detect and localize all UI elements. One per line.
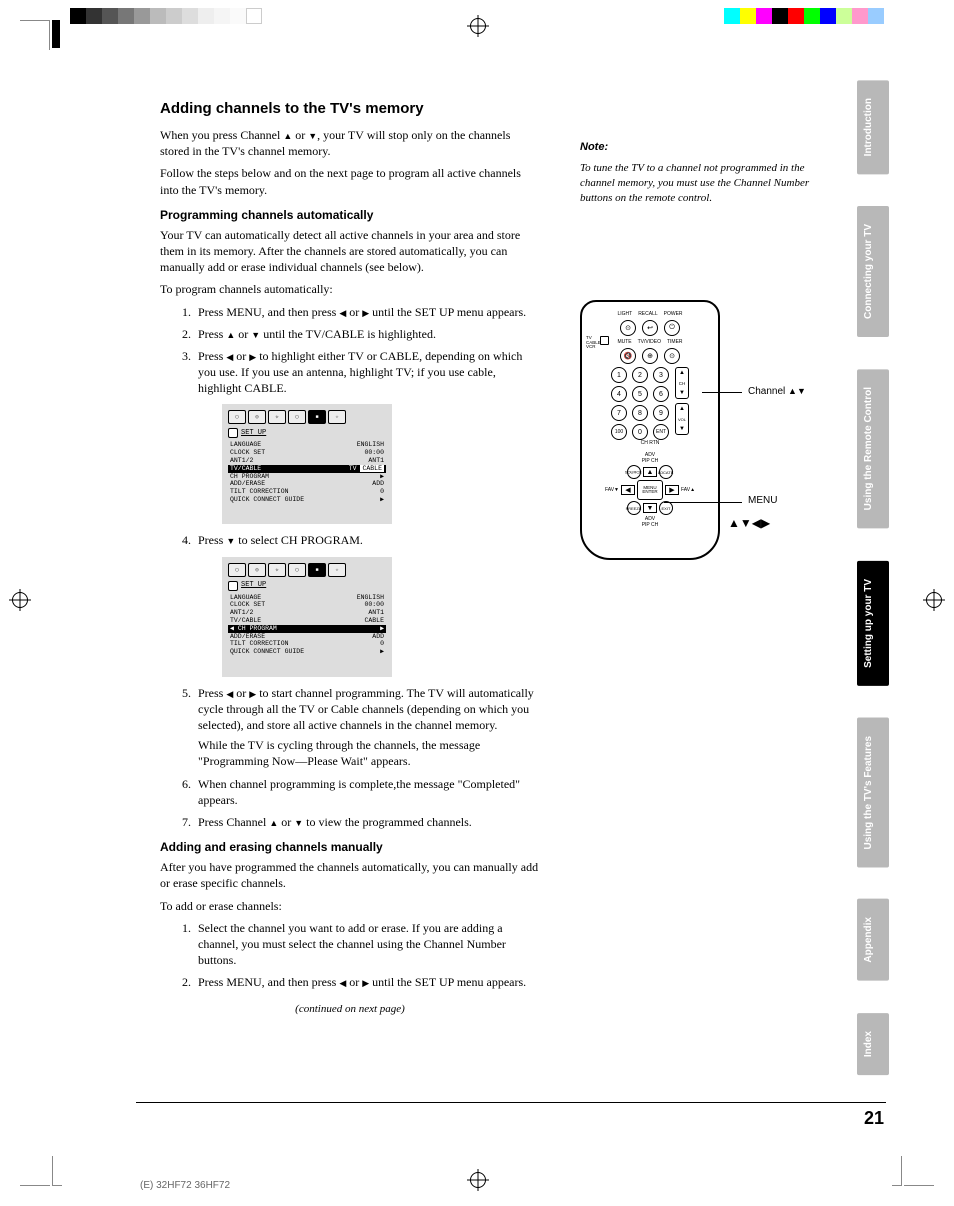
timer-button: ⊙ [664,348,680,364]
continued-note: (continued on next page) [160,1002,540,1017]
registration-mark [926,592,942,608]
page-content: Adding channels to the TV's memory When … [160,100,820,1023]
callout-arrows: ▲▼◀▶ [728,516,770,530]
color-bar [724,8,884,24]
subheading: Programming channels automatically [160,208,540,222]
tvvideo-button: ⊕ [642,348,658,364]
intro-para: Follow the steps below and on the next p… [160,165,540,197]
nav-left: ◀ [621,485,635,495]
body-text: After you have programmed the channels a… [160,859,540,891]
num-8: 8 [632,405,648,421]
ent-button: ENT [653,424,669,440]
crop-mark [892,1156,902,1186]
num-4: 4 [611,386,627,402]
down-arrow-icon: ▼ [797,386,806,396]
num-0: 0 [632,424,648,440]
step: Press MENU, and then press ◀ or ▶ until … [194,974,540,990]
step: Press MENU, and then press ◀ or ▶ until … [194,304,540,320]
callout-line [702,392,742,393]
crop-mark [904,1156,934,1186]
subheading: Adding and erasing channels manually [160,840,540,854]
menu-button: MENUENTER [637,480,663,500]
osd-menu-screenshot: ▢◎☼▢■☆ SET UP LANGUAGEENGLISHCLOCK SET00… [222,557,392,677]
body-text: To program channels automatically: [160,281,540,297]
color-bar [70,8,262,24]
recall-button: ↩ [642,320,658,336]
locate-button: LOCATE [656,462,676,482]
nav-right: ▶ [665,485,679,495]
step: Press Channel ▲ or ▼ to view the program… [194,814,540,830]
crop-mark [20,20,50,50]
page-number: 21 [864,1108,884,1129]
footer-code: (E) 32HF72 36HF72 [140,1180,230,1191]
down-arrow-icon: ▼ [294,818,303,828]
side-tab: Using the TV's Features [857,718,889,868]
step: Press ◀ or ▶ to highlight either TV or C… [194,348,540,525]
callout-menu: MENU [748,495,777,506]
step: Press ▲ or ▼ until the TV/CABLE is highl… [194,326,540,342]
side-tab: Appendix [857,899,889,981]
up-arrow-icon: ▲ [226,330,235,340]
down-arrow-icon: ▼ [251,330,260,340]
up-arrow-icon: ▲ [269,818,278,828]
source-button: SOURCE [624,462,644,482]
body-text: Your TV can automatically detect all act… [160,227,540,276]
mute-button: 🔇 [620,348,636,364]
crop-mark [52,20,60,48]
osd-menu-screenshot: ▢◎☼▢■☆ SET UP LANGUAGEENGLISHCLOCK SET00… [222,404,392,524]
page-rule [136,1102,886,1103]
num-3: 3 [653,367,669,383]
callout-channel: Channel ▲▼ [748,386,806,397]
num-1: 1 [611,367,627,383]
side-tab: Connecting your TV [857,206,889,337]
crop-mark [52,1156,62,1186]
up-arrow-icon: ▲ [788,386,797,396]
mode-switch [600,336,609,345]
up-arrow-icon: ▲ [283,131,292,141]
num-7: 7 [611,405,627,421]
side-tab: Introduction [857,80,889,174]
registration-mark [470,1172,486,1188]
step: Select the channel you want to add or er… [194,920,540,969]
down-arrow-icon: ▼ [308,131,317,141]
registration-mark [12,592,28,608]
remote-diagram: LIGHTRECALLPOWER ⊙↩⏻ TVCABLEVCR MUTETV/V… [580,300,840,580]
num-2: 2 [632,367,648,383]
light-button: ⊙ [620,320,636,336]
intro-para: When you press Channel ▲ or ▼, your TV w… [160,127,540,159]
step: Press ◀ or ▶ to start channel programmin… [194,685,540,770]
registration-mark [470,18,486,34]
steps-list: Select the channel you want to add or er… [160,920,540,991]
body-text: To add or erase channels: [160,898,540,914]
side-tabs: Introduction Connecting your TV Using the … [857,80,889,1075]
note-box: Note: To tune the TV to a channel not pr… [580,140,820,211]
step: When channel programming is complete,the… [194,776,540,808]
num-6: 6 [653,386,669,402]
nav-up: ▲ [643,467,657,477]
side-tab: Setting up your TV [857,561,889,686]
down-arrow-icon: ▼ [226,536,235,546]
num-5: 5 [632,386,648,402]
volume-rocker: ▲VOL▼ [675,403,689,435]
steps-list: Press MENU, and then press ◀ or ▶ until … [160,304,540,831]
step: Press ▼ to select CH PROGRAM. ▢◎☼▢■☆ SET… [194,532,540,676]
page-title: Adding channels to the TV's memory [160,100,820,117]
side-tab: Index [857,1013,889,1075]
side-tab: Using the Remote Control [857,369,889,528]
nav-down: ▼ [643,503,657,513]
callout-line [664,502,742,503]
crop-mark [20,1156,50,1186]
num-9: 9 [653,405,669,421]
freeze-button: FREEZE [624,498,644,518]
power-button: ⏻ [664,320,680,336]
num-100: 100 [611,424,627,440]
channel-rocker: ▲CH▼ [675,367,689,399]
